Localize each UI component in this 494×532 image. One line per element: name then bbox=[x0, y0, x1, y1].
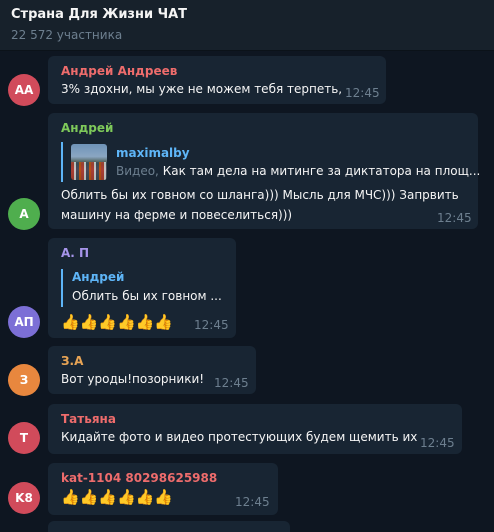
message-bubble[interactable]: Андрей Андреев 3% здохни, мы уже не може… bbox=[48, 56, 386, 104]
message-text: Вот уроды!позорники! bbox=[61, 372, 205, 386]
message-bubble[interactable]: Андрей maximalby Видео, Как там дела на … bbox=[48, 113, 480, 229]
video-thumbnail[interactable] bbox=[71, 144, 107, 180]
message-time: 12:45 bbox=[194, 318, 229, 332]
reply-preview[interactable]: Андрей Облить бы их говном ... bbox=[61, 269, 230, 307]
sender-name[interactable]: З.А bbox=[61, 354, 83, 368]
avatar-initials: АА bbox=[14, 83, 34, 97]
emoji-message: 👍👍👍👍👍👍 bbox=[61, 313, 174, 331]
avatar[interactable]: Т bbox=[8, 422, 40, 454]
avatar-initials: АП bbox=[14, 315, 34, 329]
reply-text: Видео, Как там дела на митинге за диктат… bbox=[116, 164, 480, 178]
message-time: 12:45 bbox=[214, 376, 249, 390]
avatar-initials: K8 bbox=[15, 491, 33, 505]
message-text: Кидайте фото и видео протестующих будем … bbox=[61, 430, 418, 444]
avatar[interactable]: З bbox=[8, 364, 40, 396]
chat-header[interactable]: Страна Для Жизни ЧАТ 22 572 участника bbox=[0, 0, 494, 51]
thumbnail-crowd bbox=[71, 162, 107, 180]
avatar[interactable]: K8 bbox=[8, 482, 40, 514]
message-time: 12:45 bbox=[345, 86, 380, 100]
avatar-initials: З bbox=[19, 373, 29, 387]
message-text: 3% здохни, мы уже не можем тебя терпеть, bbox=[61, 82, 343, 96]
message-bubble[interactable]: А. П Андрей Облить бы их говном ... 👍👍👍👍… bbox=[48, 238, 236, 338]
reply-media-label: Видео, bbox=[116, 164, 159, 178]
reply-author: Андрей bbox=[72, 270, 125, 284]
message-time: 12:45 bbox=[437, 211, 472, 225]
chat-title[interactable]: Страна Для Жизни ЧАТ bbox=[11, 7, 187, 22]
emoji-message: 👍👍👍👍👍👍 bbox=[61, 488, 174, 506]
reply-text: Облить бы их говном ... bbox=[72, 289, 222, 303]
message-bubble[interactable]: Татьяна Кидайте фото и видео протестующи… bbox=[48, 404, 462, 454]
reply-preview[interactable]: maximalby Видео, Как там дела на митинге… bbox=[61, 142, 480, 182]
message-bubble[interactable]: З.А Вот уроды!позорники! 12:45 bbox=[48, 346, 256, 394]
message-text: Облить бы их говном со шланга))) Мысль д… bbox=[61, 188, 459, 202]
message-bubble[interactable]: kat-1104 80298625988 👍👍👍👍👍👍 12:45 bbox=[48, 463, 278, 515]
sender-name[interactable]: А. П bbox=[61, 246, 89, 260]
sender-name[interactable]: Андрей Андреев bbox=[61, 64, 177, 78]
avatar[interactable]: АА bbox=[8, 74, 40, 106]
sender-name[interactable]: Андрей bbox=[61, 121, 113, 135]
message-time: 12:45 bbox=[235, 495, 270, 509]
avatar[interactable]: А bbox=[8, 198, 40, 230]
avatar-initials: Т bbox=[19, 431, 29, 445]
sender-name[interactable]: kat-1104 80298625988 bbox=[61, 471, 217, 485]
message-time: 12:45 bbox=[420, 436, 455, 450]
member-count: 22 572 участника bbox=[11, 28, 123, 42]
avatar-initials: А bbox=[19, 207, 29, 221]
message-text: машину на ферме и повеселиться))) bbox=[61, 208, 293, 222]
sender-name[interactable]: Татьяна bbox=[61, 412, 116, 426]
reply-snippet: Как там дела на митинге за диктатора на … bbox=[158, 164, 481, 178]
message-bubble-partial[interactable] bbox=[48, 521, 290, 532]
reply-author: maximalby bbox=[116, 146, 190, 160]
avatar[interactable]: АП bbox=[8, 306, 40, 338]
